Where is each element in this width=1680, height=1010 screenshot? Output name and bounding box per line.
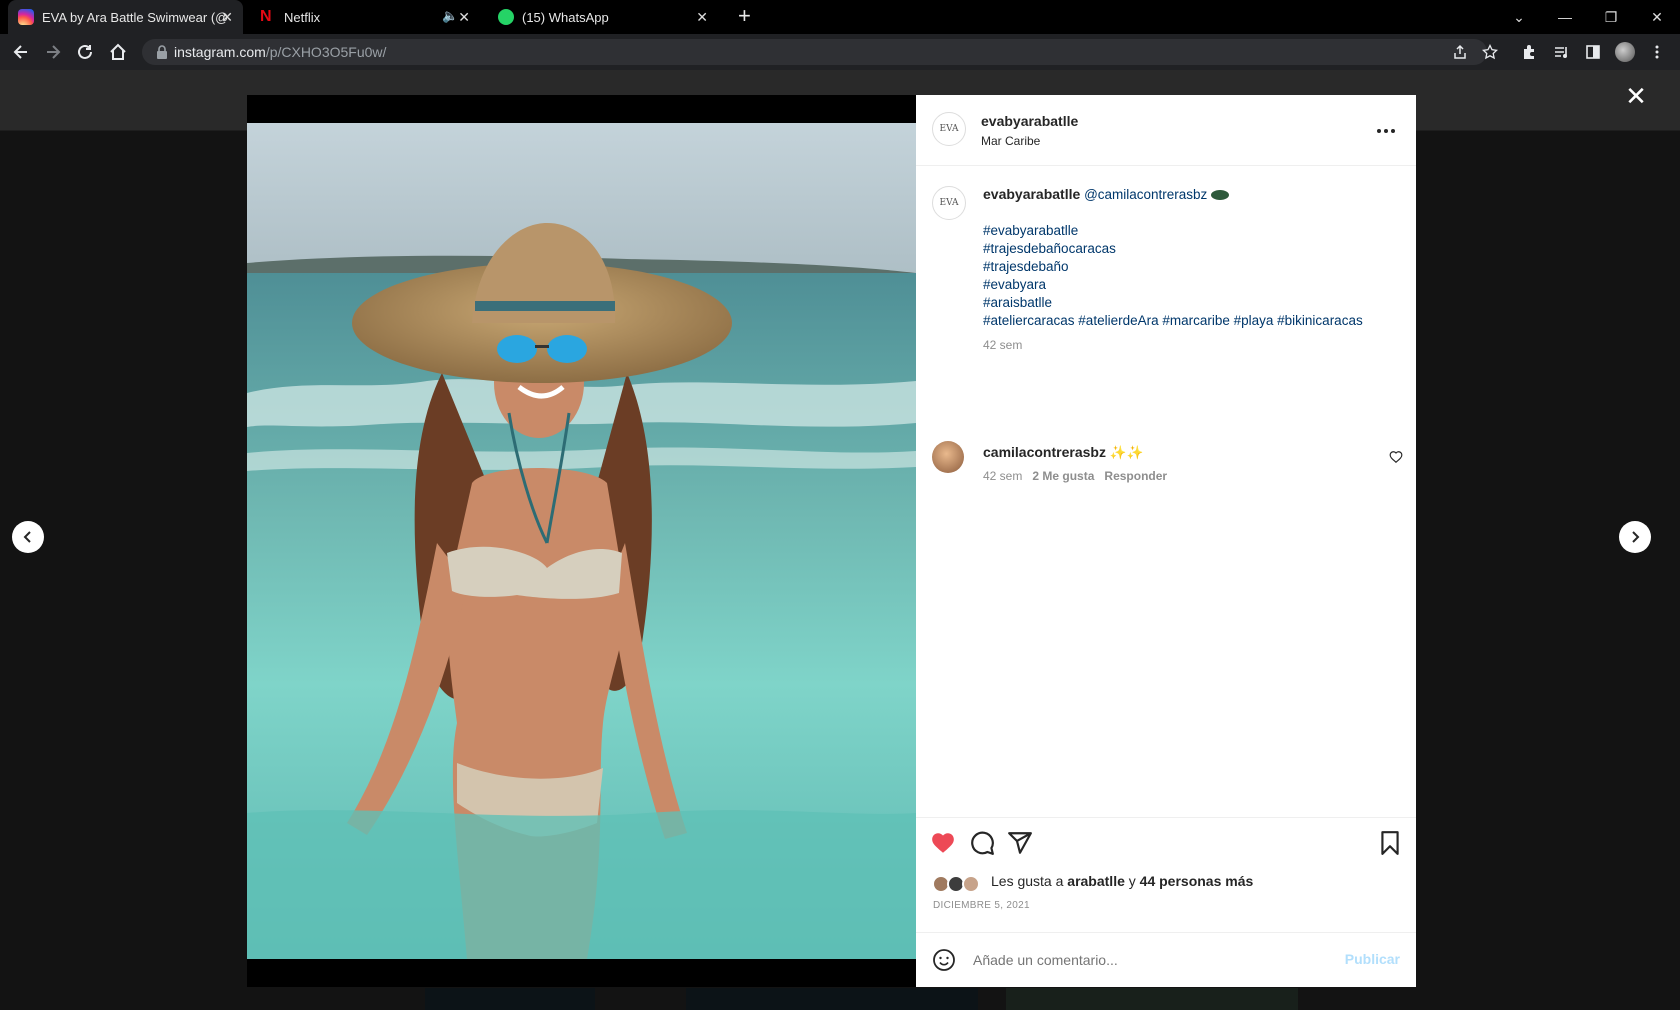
caption-mention[interactable]: @camilacontrerasbz [1084,187,1207,202]
commenter-avatar[interactable] [932,441,964,473]
chevron-right-icon [1632,531,1640,543]
back-icon[interactable] [9,40,33,64]
close-modal-icon[interactable]: ✕ [1624,83,1648,109]
tab-search-icon[interactable]: ⌄ [1496,0,1542,34]
new-tab-button[interactable]: + [738,5,751,27]
hashtag[interactable]: #evabyara [983,277,1046,292]
liked-heart-icon[interactable] [930,830,956,856]
url-host: instagram.com [174,44,266,60]
more-options-icon[interactable] [1374,119,1398,143]
comment-username[interactable]: camilacontrerasbz [983,444,1106,460]
share-send-icon[interactable] [1007,830,1033,856]
tab-netflix[interactable]: N Netflix 🔈 ✕ [250,0,480,34]
avatar-logo-text: EVA [939,124,959,134]
whatsapp-favicon-icon [498,9,514,25]
caption-time[interactable]: 42 sem [983,338,1022,352]
chevron-left-icon [23,531,31,543]
beach-photo-illustration [247,123,916,959]
save-bookmark-icon[interactable] [1377,830,1403,856]
instagram-page: ✕ EVA evabyarabatlle Mar Caribe EVA evab… [0,70,1680,1010]
browser-tab-bar: EVA by Ara Battle Swimwear (@ ✕ N Netfli… [0,0,1680,34]
bookmark-star-icon[interactable] [1482,44,1498,60]
turtle-emoji-icon [1211,190,1230,201]
instagram-favicon-icon [18,9,34,25]
post-media[interactable] [247,95,916,987]
previous-post-button[interactable] [12,521,44,553]
hashtag-line[interactable]: #ateliercaracas #atelierdeAra #marcaribe… [983,313,1363,328]
comment-text: ✨✨ [1109,445,1144,460]
avatar-logo-text: EVA [939,198,959,208]
netflix-favicon-icon: N [260,8,272,25]
likes-connector: y [1128,873,1136,889]
post-side-panel: EVA evabyarabatlle Mar Caribe EVA evabya… [916,95,1416,987]
address-bar[interactable]: instagram.com/p/CXHO3O5Fu0w/ [142,39,1498,65]
profile-avatar-icon[interactable] [1613,40,1637,64]
side-panel-icon[interactable] [1581,40,1605,64]
hashtag[interactable]: #evabyarabatlle [983,223,1078,238]
post-actions: Les gusta a arabatlle y 44 personas más … [916,817,1416,987]
likes-others-link[interactable]: 44 personas más [1140,873,1254,889]
reload-icon[interactable] [73,40,97,64]
comment-time[interactable]: 42 sem [983,469,1022,483]
restore-button[interactable]: ❐ [1588,0,1634,34]
tab-whatsapp[interactable]: (15) WhatsApp ✕ [488,0,718,34]
media-control-icon[interactable] [1549,40,1573,64]
tab-instagram[interactable]: EVA by Ara Battle Swimwear (@ ✕ [8,0,243,34]
likes-summary: Les gusta a arabatlle y 44 personas más [991,873,1253,889]
speaker-muted-icon[interactable]: 🔈 [442,8,458,24]
url-text: instagram.com/p/CXHO3O5Fu0w/ [174,44,386,60]
close-window-button[interactable]: ✕ [1634,0,1680,34]
share-icon[interactable] [1452,44,1468,60]
post-date[interactable]: DICIEMBRE 5, 2021 [933,900,1030,911]
close-tab-icon[interactable]: ✕ [458,9,470,26]
hashtag[interactable]: #trajesdebañocaracas [983,241,1116,256]
close-tab-icon[interactable]: ✕ [696,9,708,26]
liker-username[interactable]: arabatlle [1067,873,1125,889]
caption-username[interactable]: evabyarabatlle [983,186,1080,202]
minimize-button[interactable]: — [1542,0,1588,34]
hashtag[interactable]: #trajesdebaño [983,259,1069,274]
comment-meta: 42 sem 2 Me gusta Responder [983,469,1167,483]
caption-avatar[interactable]: EVA [932,186,966,220]
reply-button[interactable]: Responder [1104,469,1167,483]
post-header: EVA evabyarabatlle Mar Caribe [916,95,1416,166]
likes-prefix: Les gusta a [991,873,1064,889]
forward-icon[interactable] [41,40,65,64]
post-photo [247,123,916,959]
comment-likes[interactable]: 2 Me gusta [1032,469,1094,483]
browser-toolbar: instagram.com/p/CXHO3O5Fu0w/ [0,34,1680,70]
extensions-icon[interactable] [1517,40,1541,64]
emoji-picker-icon[interactable] [932,948,956,972]
post-location[interactable]: Mar Caribe [981,134,1040,148]
publish-button[interactable]: Publicar [1345,951,1400,967]
account-avatar[interactable]: EVA [932,112,966,146]
tab-title: (15) WhatsApp [522,9,609,25]
next-post-button[interactable] [1619,521,1651,553]
lock-icon[interactable] [154,44,170,60]
comment-header: camilacontrerasbz ✨✨ [983,444,1143,461]
comment-icon[interactable] [969,830,995,856]
comment-like-heart-icon[interactable] [1389,450,1403,464]
home-icon[interactable] [106,40,130,64]
browser-menu-icon[interactable] [1645,40,1669,64]
tab-title: EVA by Ara Battle Swimwear (@ [42,9,227,25]
hashtag[interactable]: #araisbatlle [983,295,1052,310]
comment-input[interactable] [973,949,1333,971]
close-tab-icon[interactable]: ✕ [221,9,233,26]
liker-avatar[interactable] [962,875,980,893]
account-username[interactable]: evabyarabatlle [981,113,1078,129]
tab-title: Netflix [284,9,321,25]
add-comment-box: Publicar [916,932,1416,988]
caption-header: evabyarabatlle @camilacontrerasbz [983,186,1230,202]
url-path: /p/CXHO3O5Fu0w/ [265,44,387,60]
